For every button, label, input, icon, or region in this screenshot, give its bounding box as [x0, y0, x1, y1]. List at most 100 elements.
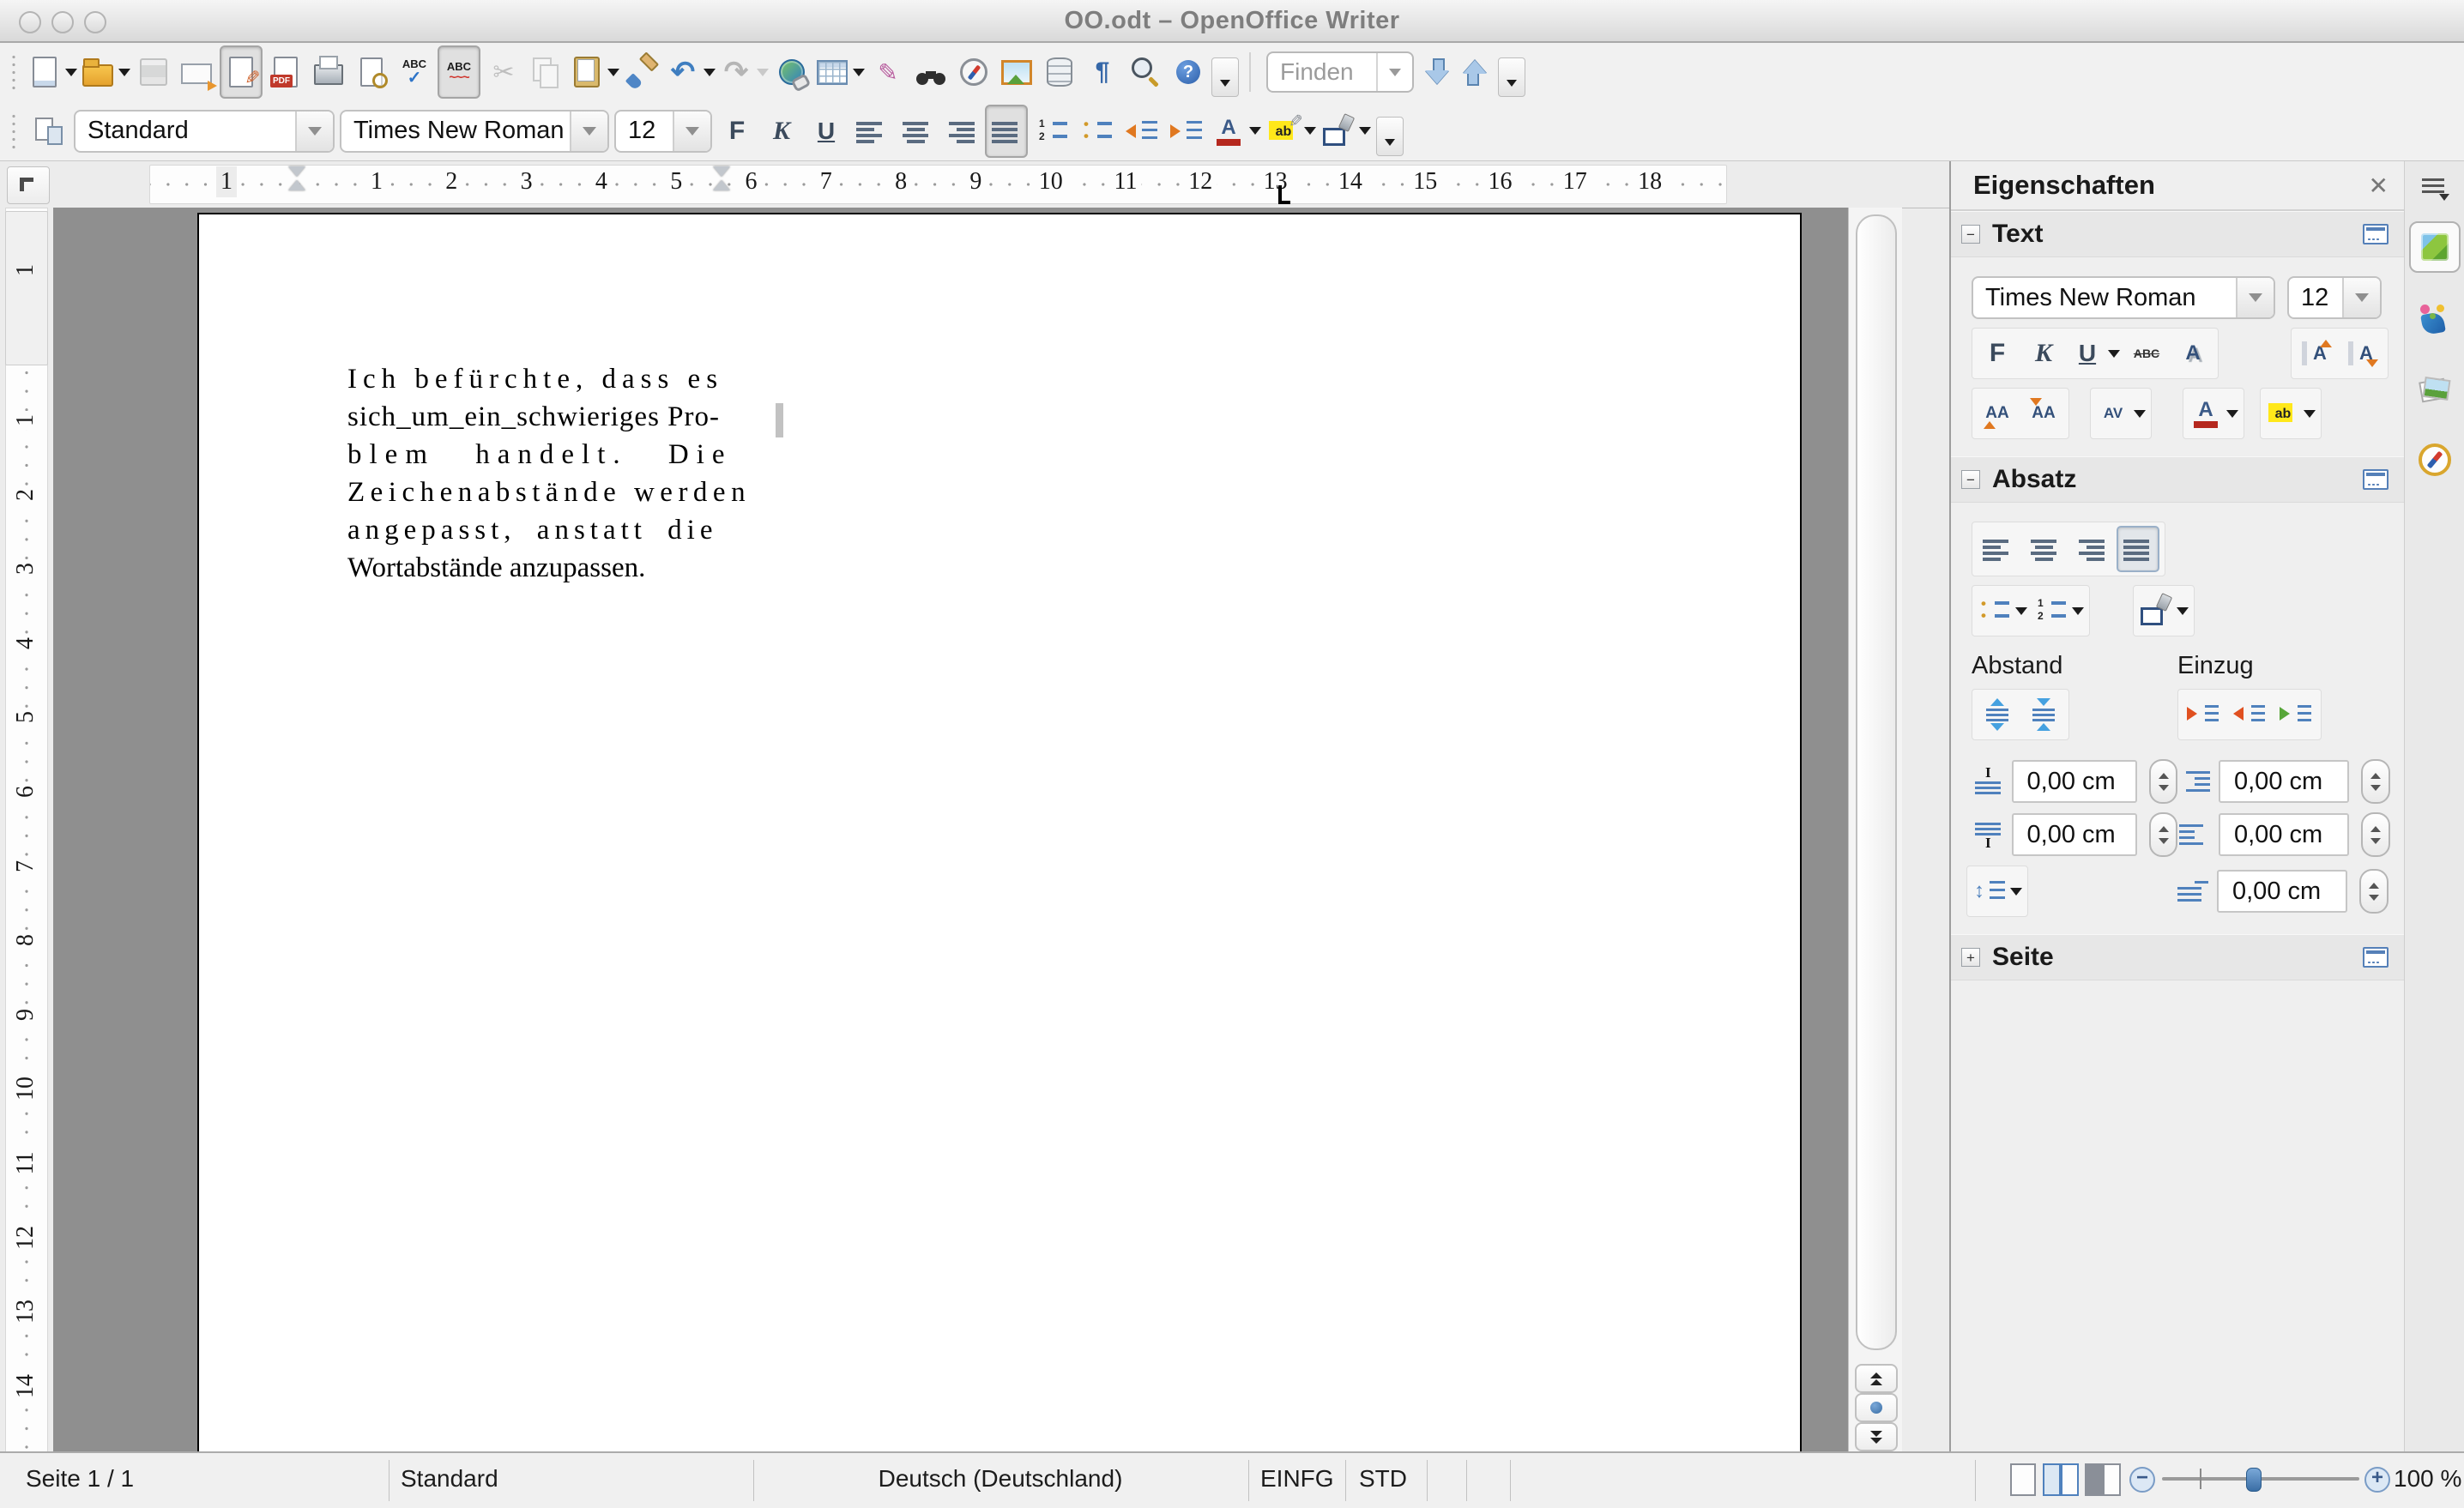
text-section-header[interactable]: − Text — [1951, 211, 2404, 257]
selection-mode-status[interactable]: STD — [1359, 1465, 1407, 1493]
sidebar-align-center-button[interactable] — [2024, 528, 2063, 570]
page-number-status[interactable]: Seite 1 / 1 — [26, 1465, 134, 1493]
font-size-dropdown[interactable] — [2342, 278, 2380, 317]
increase-spacing-button[interactable] — [1978, 693, 2017, 736]
underline-button[interactable] — [2070, 332, 2120, 375]
hyperlink-button[interactable] — [772, 47, 812, 97]
sidebar-font-size-combo[interactable]: 12 — [2287, 276, 2382, 319]
sidebar-font-color-button[interactable] — [2189, 392, 2238, 435]
line-spacing-dropdown-arrow[interactable] — [2010, 888, 2022, 896]
sidebar-menu-icon[interactable] — [2422, 177, 2448, 199]
page-preview-button[interactable] — [352, 47, 391, 97]
font-size-combo[interactable]: 12 — [614, 110, 712, 153]
send-email-button[interactable] — [177, 47, 216, 97]
bullet-list-dropdown-arrow[interactable] — [2015, 607, 2027, 615]
text-dialog-launcher-icon[interactable] — [2363, 224, 2389, 244]
gallery-button[interactable] — [997, 47, 1036, 97]
scrollbar-thumb[interactable] — [1856, 214, 1897, 1350]
close-sidebar-icon[interactable]: ✕ — [2369, 172, 2389, 200]
tab-properties[interactable] — [2409, 221, 2461, 273]
help-button[interactable] — [1169, 47, 1208, 97]
find-input[interactable]: Finden — [1266, 51, 1414, 93]
page-dialog-launcher-icon[interactable] — [2363, 947, 2389, 968]
format-paintbrush-button[interactable] — [623, 47, 662, 97]
print-button[interactable] — [309, 47, 348, 97]
spacing-above-stepper[interactable] — [2149, 759, 2177, 804]
zoom-slider-thumb[interactable] — [2246, 1468, 2262, 1492]
font-size-dropdown[interactable] — [673, 112, 710, 151]
lowercase-button[interactable] — [2024, 392, 2063, 435]
sidebar-justify-button[interactable] — [2117, 526, 2159, 572]
decrease-indent-button[interactable] — [2230, 693, 2269, 736]
toolbar-overflow-button[interactable] — [1211, 57, 1239, 97]
bold-button[interactable] — [717, 106, 757, 156]
font-name-dropdown[interactable] — [2236, 278, 2274, 317]
page-section-header[interactable]: + Seite — [1951, 934, 2404, 980]
spacing-above-field[interactable]: 0,00 cm — [2012, 760, 2138, 803]
language-status[interactable]: Deutsch (Deutschland) — [879, 1465, 1123, 1493]
find-next-button[interactable] — [1422, 55, 1452, 89]
spacing-below-stepper[interactable] — [2149, 812, 2177, 857]
uppercase-button[interactable] — [1978, 392, 2017, 435]
page-style-status[interactable]: Standard — [401, 1465, 498, 1493]
tab-styles[interactable] — [2411, 295, 2459, 343]
tab-navigator[interactable] — [2411, 436, 2459, 484]
highlighting-button[interactable] — [1266, 106, 1316, 156]
character-spacing-dropdown-arrow[interactable] — [2134, 410, 2146, 418]
dropdown-arrow-icon[interactable] — [704, 69, 716, 76]
edit-file-button[interactable] — [220, 45, 263, 99]
paragraph-style-dropdown[interactable] — [295, 112, 333, 151]
underline-dropdown-arrow[interactable] — [2108, 350, 2120, 358]
decrease-spacing-button[interactable] — [2024, 693, 2063, 736]
numbered-list-button[interactable] — [1033, 106, 1072, 156]
insert-table-button[interactable] — [815, 47, 865, 97]
decrease-indent-button[interactable] — [1122, 106, 1162, 156]
draw-functions-button[interactable] — [868, 47, 908, 97]
indent-before-field[interactable]: 0,00 cm — [2219, 760, 2349, 803]
decrease-font-size-button[interactable] — [2343, 332, 2382, 375]
align-center-button[interactable] — [896, 106, 935, 156]
vertical-scrollbar[interactable] — [1848, 208, 1902, 1451]
paste-button[interactable] — [570, 47, 619, 97]
first-line-indent-stepper[interactable] — [2359, 869, 2389, 914]
paragraph-style-combo[interactable]: Standard — [74, 110, 335, 153]
expand-icon[interactable]: + — [1961, 948, 1980, 967]
vertical-ruler[interactable]: 11234567891011121314 — [0, 208, 53, 1451]
dropdown-arrow-icon[interactable] — [853, 69, 865, 76]
justify-button[interactable] — [985, 105, 1028, 158]
dropdown-arrow-icon[interactable] — [607, 69, 619, 76]
align-left-button[interactable] — [851, 106, 891, 156]
numbered-list-dropdown-arrow[interactable] — [2072, 607, 2084, 615]
paragraph-background-dropdown-arrow[interactable] — [2177, 607, 2189, 615]
navigator-button[interactable] — [954, 47, 993, 97]
collapse-icon[interactable]: − — [1961, 470, 1980, 489]
italic-button[interactable] — [762, 106, 801, 156]
dropdown-arrow-icon[interactable] — [1359, 127, 1371, 135]
find-toolbar-overflow-button[interactable] — [1498, 57, 1525, 97]
character-spacing-button[interactable] — [2096, 392, 2146, 435]
dropdown-arrow-icon[interactable] — [1304, 127, 1316, 135]
font-color-button[interactable] — [1211, 106, 1261, 156]
sidebar-numbered-list-button[interactable] — [2034, 589, 2084, 632]
paragraph-style-window-button[interactable] — [29, 106, 69, 156]
line-spacing-button[interactable] — [1972, 870, 2022, 913]
book-view-button[interactable] — [2085, 1463, 2103, 1496]
italic-button[interactable] — [2024, 332, 2063, 375]
dropdown-arrow-icon[interactable] — [1249, 127, 1261, 135]
sidebar-bullet-list-button[interactable] — [1978, 589, 2027, 632]
strikethrough-button[interactable] — [2127, 332, 2166, 375]
increase-font-size-button[interactable] — [2297, 332, 2336, 375]
shadow-button[interactable] — [2173, 332, 2213, 375]
spelling-button[interactable] — [395, 47, 434, 97]
dropdown-arrow-icon[interactable] — [118, 69, 130, 76]
font-name-combo[interactable]: Times New Roman — [340, 110, 609, 153]
paragraph-text[interactable]: Ich befürchte, dass es sich_um_ein_schwi… — [347, 360, 780, 587]
background-color-button[interactable] — [1321, 106, 1371, 156]
sidebar-align-right-button[interactable] — [2070, 528, 2110, 570]
underline-button[interactable] — [806, 106, 846, 156]
paragraph-section-header[interactable]: − Absatz — [1951, 456, 2404, 503]
auto-spellcheck-button[interactable] — [438, 45, 480, 99]
formatting-marks-button[interactable] — [1083, 47, 1122, 97]
find-replace-button[interactable] — [911, 47, 951, 97]
next-page-button[interactable] — [1855, 1422, 1898, 1451]
